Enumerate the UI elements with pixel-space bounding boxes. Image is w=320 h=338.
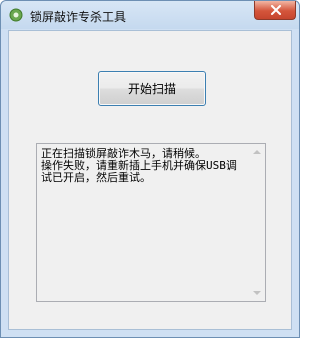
window-title: 锁屏敲诈专杀工具	[30, 10, 127, 24]
log-text: 正在扫描锁屏敲诈木马，请稍候。 操作失败，请重新插上手机并确保USB调试已开启，…	[41, 147, 237, 184]
start-scan-button[interactable]: 开始扫描	[98, 71, 206, 106]
app-window: 锁屏敲诈专杀工具 开始扫描 正在扫描锁屏敲诈木马，请稍候。 操作失败，请重新插上…	[0, 0, 300, 338]
scroll-up-arrow-icon[interactable]	[253, 150, 261, 154]
title-bar[interactable]: 锁屏敲诈专杀工具	[1, 1, 299, 29]
close-button[interactable]	[254, 1, 296, 20]
scroll-down-arrow-icon[interactable]	[253, 291, 261, 295]
vertical-scrollbar[interactable]	[248, 144, 265, 301]
close-icon	[271, 5, 281, 15]
client-area: 开始扫描 正在扫描锁屏敲诈木马，请稍候。 操作失败，请重新插上手机并确保USB调…	[8, 30, 292, 330]
app-icon	[9, 8, 23, 22]
log-textarea[interactable]: 正在扫描锁屏敲诈木马，请稍候。 操作失败，请重新插上手机并确保USB调试已开启，…	[36, 143, 266, 302]
